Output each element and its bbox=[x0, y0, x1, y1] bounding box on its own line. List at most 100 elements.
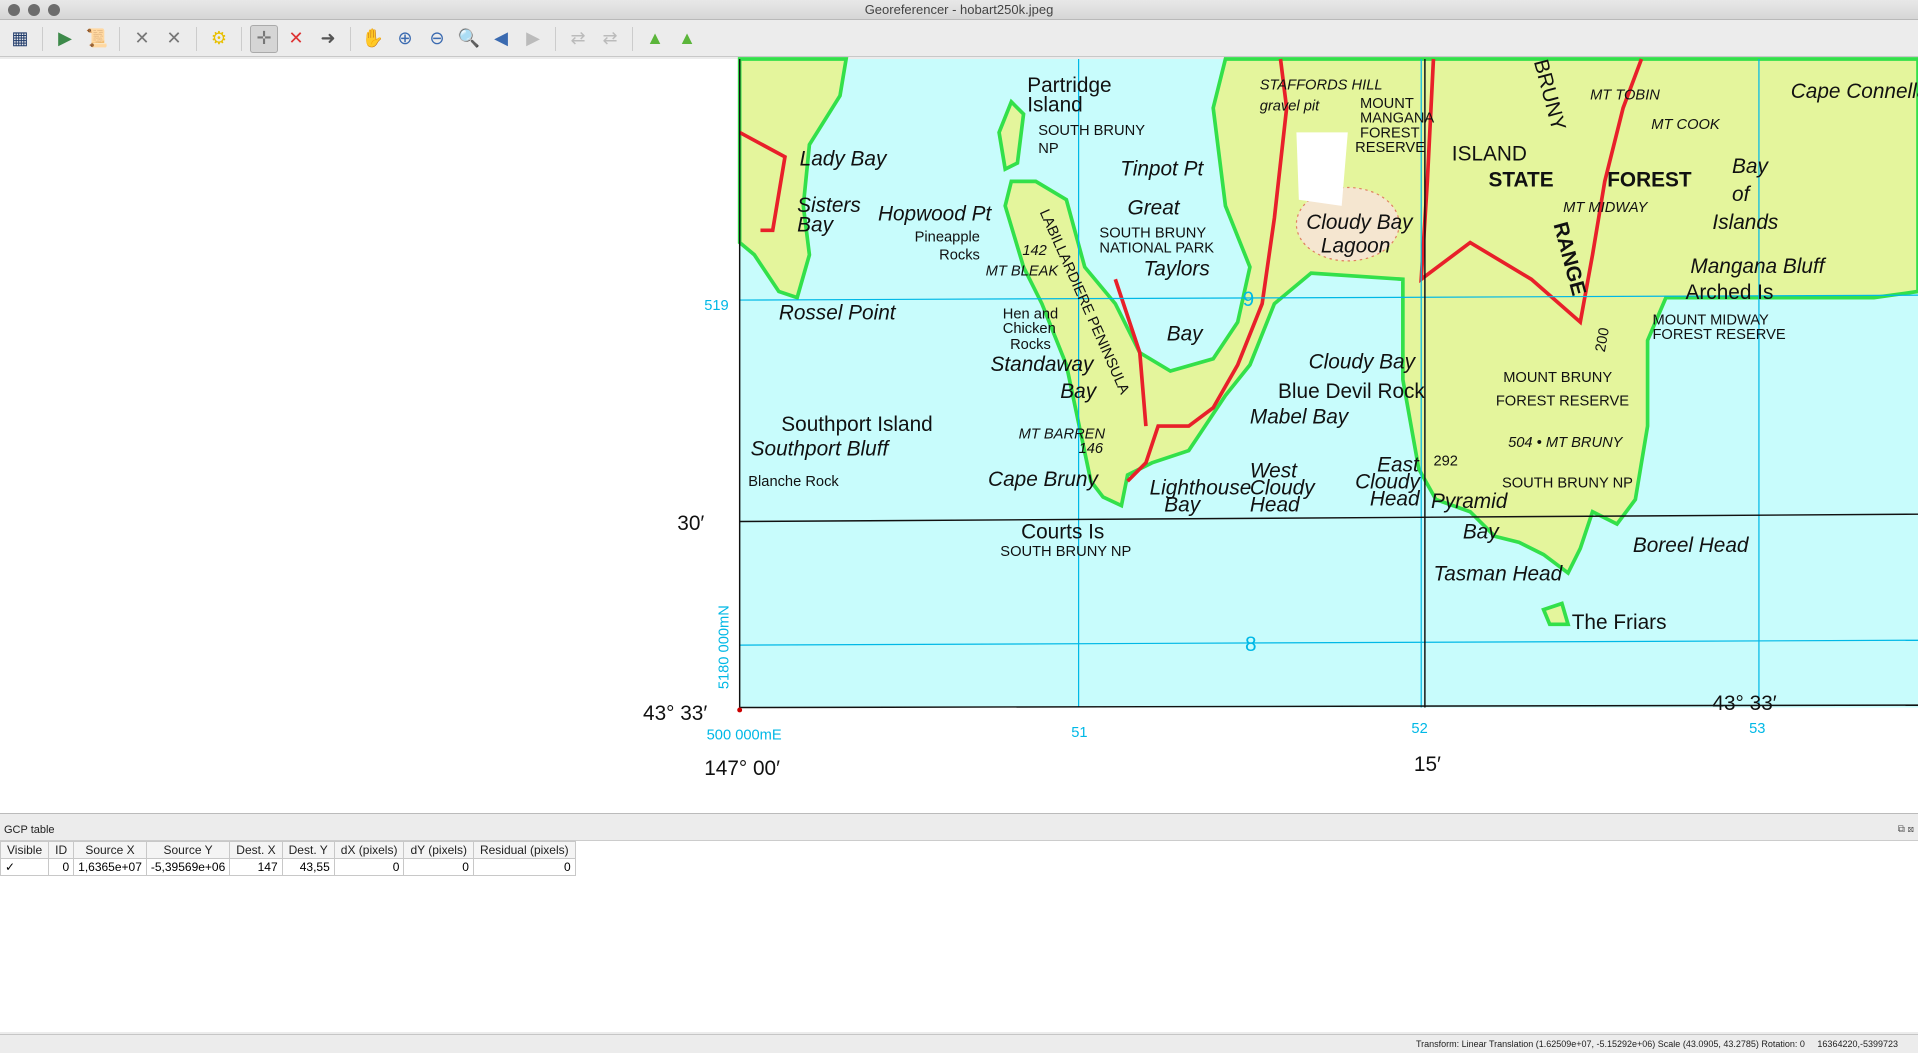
move-gcp-button[interactable]: ➜ bbox=[314, 25, 342, 53]
grid-label: 53 bbox=[1749, 721, 1765, 737]
source-x-cell[interactable]: 1,6365e+07 bbox=[73, 858, 147, 876]
full-histogram-stretch-button[interactable]: ▲ bbox=[641, 25, 669, 53]
load-gcp-button[interactable]: ✕ bbox=[128, 25, 156, 53]
source-y-cell[interactable]: -5,39569e+06 bbox=[145, 858, 231, 876]
map-label: gravel pit bbox=[1260, 98, 1320, 114]
map-label: 142 bbox=[1022, 243, 1046, 259]
map-label: 9 bbox=[1243, 288, 1255, 311]
move-point-icon: ➜ bbox=[320, 28, 336, 48]
histogram-icon: ▲ bbox=[678, 28, 696, 48]
zoom-last-icon: ◀ bbox=[494, 28, 508, 48]
raster-map: Partridge Island SOUTH BRUNY NP Lady Bay… bbox=[643, 57, 1918, 780]
map-label: MT BLEAK bbox=[986, 264, 1060, 280]
toolbar-separator bbox=[42, 26, 43, 51]
close-window-button[interactable] bbox=[8, 4, 20, 16]
map-label: MT TOBIN bbox=[1590, 87, 1660, 103]
local-histogram-stretch-button[interactable]: ▲ bbox=[673, 25, 701, 53]
map-label: Lady Bay bbox=[800, 147, 888, 170]
map-label: 146 bbox=[1079, 441, 1104, 457]
gear-icon: ⚙ bbox=[210, 28, 228, 48]
map-label: 504 • MT BRUNY bbox=[1508, 435, 1624, 451]
toolbar-separator bbox=[350, 26, 351, 51]
column-header[interactable]: Dest. Y bbox=[281, 841, 335, 859]
map-label: Rocks bbox=[1010, 337, 1051, 353]
zoom-window-button[interactable] bbox=[48, 4, 60, 16]
map-label: STATE bbox=[1489, 168, 1554, 191]
load-gcp-icon: ✕ bbox=[134, 28, 150, 48]
map-label: Rossel Point bbox=[779, 302, 897, 325]
map-label: 8 bbox=[1245, 633, 1257, 656]
zoom-to-layer-button[interactable]: 🔍 bbox=[455, 25, 483, 53]
float-icon[interactable]: ⧉ bbox=[1898, 824, 1905, 835]
delete-point-button[interactable]: ✕ bbox=[282, 25, 310, 53]
map-label: Pineapple bbox=[915, 229, 980, 245]
map-label: MOUNT BRUNY bbox=[1503, 370, 1612, 386]
zoom-next-button[interactable]: ▶ bbox=[519, 25, 547, 53]
visible-checkbox[interactable]: ✓ bbox=[0, 858, 50, 876]
map-label: MOUNT bbox=[1360, 96, 1414, 112]
map-label: Rocks bbox=[939, 248, 980, 264]
column-header[interactable]: ID bbox=[48, 841, 75, 859]
dock-buttons: ⧉ ⊠ bbox=[1898, 824, 1914, 835]
play-icon: ▶ bbox=[58, 28, 72, 48]
column-header[interactable]: Visible bbox=[0, 841, 50, 859]
dest-y-cell[interactable]: 43,55 bbox=[281, 858, 335, 876]
zoom-last-button[interactable]: ◀ bbox=[487, 25, 515, 53]
toolbar-separator bbox=[119, 26, 120, 51]
dest-x-cell[interactable]: 147 bbox=[229, 858, 283, 876]
map-label: STAFFORDS HILL bbox=[1260, 78, 1383, 94]
add-point-button[interactable]: ✛ bbox=[250, 24, 278, 53]
script-icon: 📜 bbox=[85, 28, 109, 48]
map-label: SOUTH BRUNY bbox=[1099, 226, 1206, 242]
grid-label: 500 000mE bbox=[707, 727, 782, 743]
close-icon[interactable]: ⊠ bbox=[1908, 824, 1914, 835]
column-header[interactable]: dY (pixels) bbox=[403, 841, 474, 859]
save-gcp-icon: ✕ bbox=[166, 28, 182, 48]
transformation-settings-button[interactable]: ⚙ bbox=[205, 25, 233, 53]
generate-gdal-script-button[interactable]: 📜 bbox=[83, 25, 111, 53]
column-header[interactable]: Source X bbox=[73, 841, 147, 859]
column-header[interactable]: Residual (pixels) bbox=[472, 841, 576, 859]
map-label: MT COOK bbox=[1651, 117, 1721, 133]
map-label: Great bbox=[1128, 196, 1181, 219]
column-header[interactable]: Dest. X bbox=[229, 841, 283, 859]
pan-button[interactable]: ✋ bbox=[359, 25, 387, 53]
grid-label: 51 bbox=[1071, 725, 1087, 741]
map-label: FOREST bbox=[1607, 168, 1692, 191]
add-point-icon: ✛ bbox=[256, 28, 272, 48]
table-row[interactable]: ✓ 0 1,6365e+07 -5,39569e+06 147 43,55 0 … bbox=[0, 858, 576, 876]
map-label: MANGANA bbox=[1360, 111, 1434, 127]
zoom-out-button[interactable]: ⊖ bbox=[423, 25, 451, 53]
map-label: Arched Is bbox=[1686, 281, 1774, 304]
dx-cell: 0 bbox=[333, 858, 405, 876]
grid-label: 52 bbox=[1411, 721, 1427, 737]
hand-icon: ✋ bbox=[361, 28, 385, 48]
zoom-in-button[interactable]: ⊕ bbox=[391, 25, 419, 53]
map-label: NP bbox=[1038, 141, 1059, 157]
link-qgis-to-georef-button[interactable]: ⇄ bbox=[596, 25, 624, 53]
start-georeferencing-button[interactable]: ▶ bbox=[51, 25, 79, 53]
gcp-point-marker[interactable] bbox=[737, 707, 743, 713]
save-gcp-button[interactable]: ✕ bbox=[160, 25, 188, 53]
link-georef-to-qgis-button[interactable]: ⇄ bbox=[564, 25, 592, 53]
map-label: Cloudy Bay bbox=[1309, 351, 1417, 374]
minimize-window-button[interactable] bbox=[28, 4, 40, 16]
map-label: Bay bbox=[1463, 521, 1500, 544]
open-raster-button[interactable]: ▦ bbox=[6, 25, 34, 53]
map-label: Hen and bbox=[1003, 306, 1058, 322]
map-label: Island bbox=[1027, 94, 1083, 117]
delete-point-icon: ✕ bbox=[288, 28, 304, 48]
map-label: Cape Connella bbox=[1791, 80, 1918, 103]
map-label: Tasman Head bbox=[1433, 562, 1563, 585]
map-label: Bay bbox=[1167, 322, 1204, 345]
column-header[interactable]: dX (pixels) bbox=[333, 841, 405, 859]
map-label: Bay bbox=[1060, 380, 1097, 403]
georeferencer-map-canvas[interactable]: Partridge Island SOUTH BRUNY NP Lady Bay… bbox=[0, 57, 1918, 814]
map-label: FOREST RESERVE bbox=[1652, 327, 1785, 343]
residual-cell: 0 bbox=[472, 858, 576, 876]
column-header[interactable]: Source Y bbox=[145, 841, 231, 859]
map-label: Islands bbox=[1712, 211, 1778, 234]
map-label: NATIONAL PARK bbox=[1099, 240, 1214, 256]
map-label: Cape Bruny bbox=[988, 468, 1099, 491]
toolbar-separator bbox=[241, 26, 242, 51]
